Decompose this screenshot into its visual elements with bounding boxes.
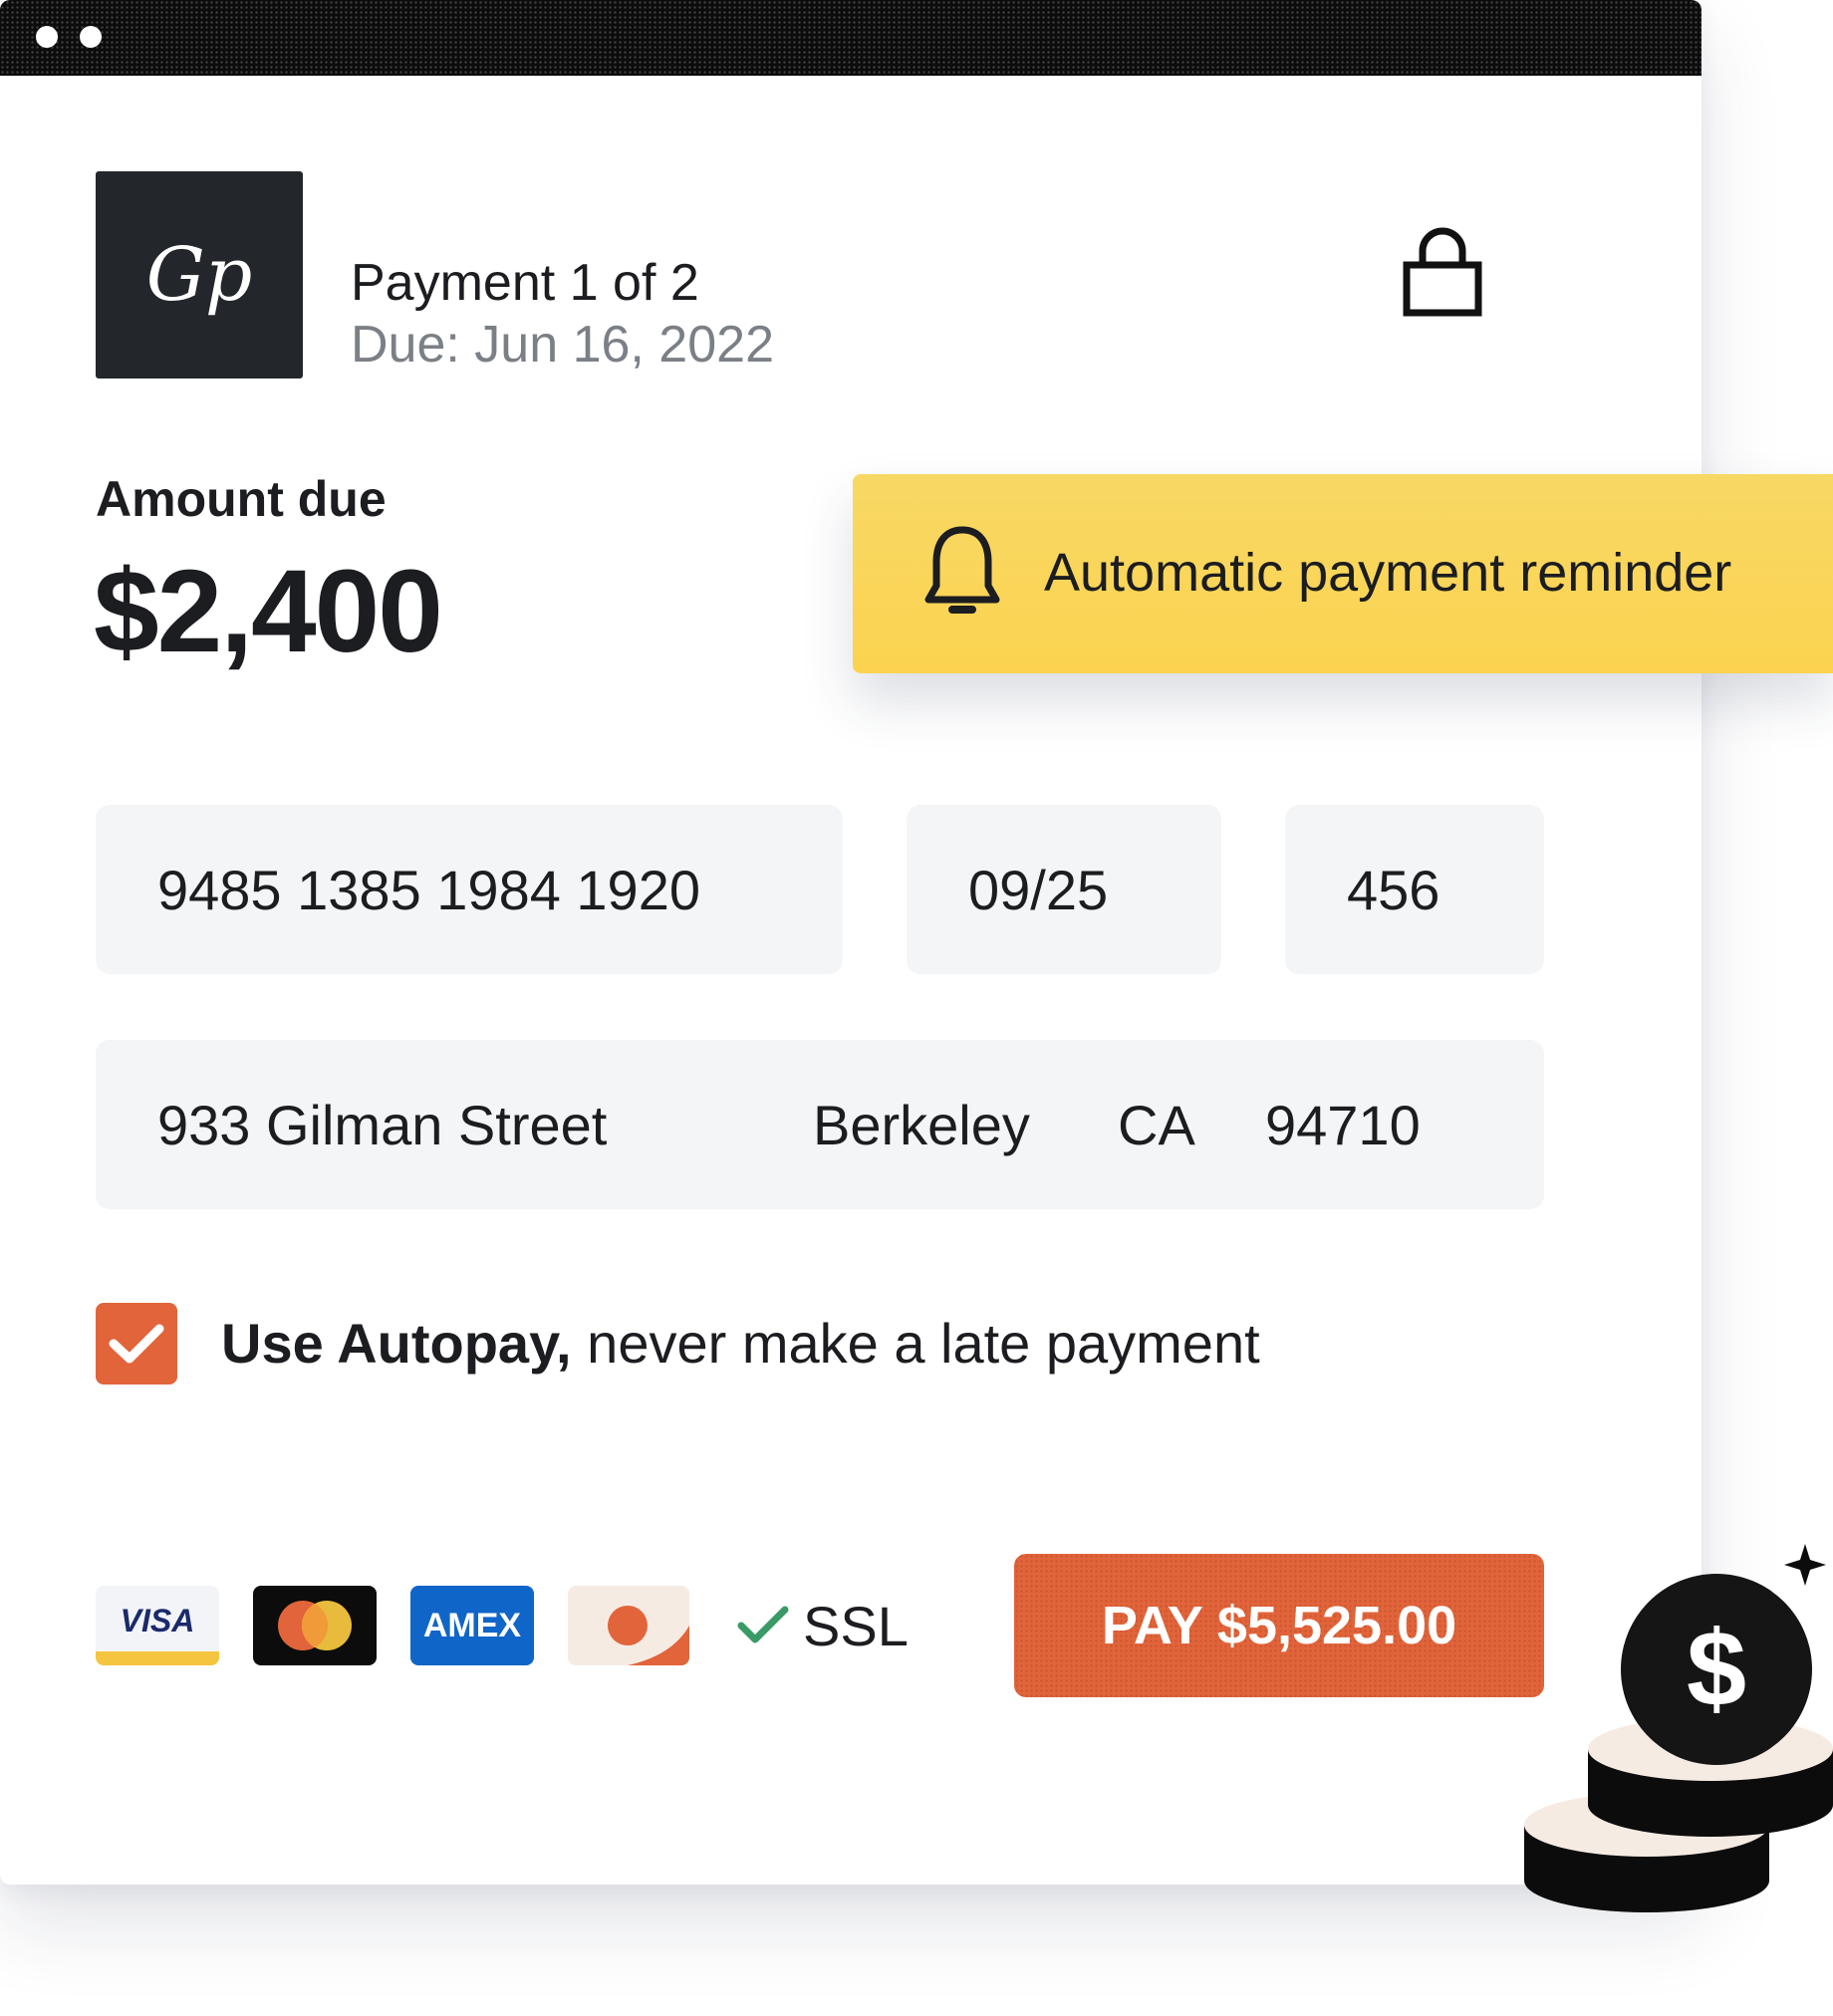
- address-street[interactable]: 933 Gilman Street: [157, 1093, 607, 1157]
- reminder-text: Automatic payment reminder: [1044, 543, 1732, 603]
- card-number-value: 9485 1385 1984 1920: [157, 858, 700, 921]
- mastercard-icon: [253, 1586, 377, 1665]
- visa-icon: VISA: [96, 1586, 219, 1665]
- discover-graphic: [608, 1606, 689, 1665]
- payment-reminder-banner: Automatic payment reminder: [853, 474, 1833, 673]
- card-expiry-field[interactable]: 09/25: [907, 805, 1221, 974]
- logo-text: Gp: [145, 232, 253, 318]
- pay-button-label: PAY $5,525.00: [1101, 1596, 1457, 1655]
- visa-stripe: [96, 1651, 219, 1665]
- amount-due-label: Amount due: [96, 471, 387, 527]
- address-state[interactable]: CA: [1118, 1093, 1195, 1157]
- checkmark-icon: [109, 1324, 164, 1364]
- sparkle-icon: [1784, 1544, 1826, 1586]
- due-date: Due: Jun 16, 2022: [351, 316, 774, 374]
- coins-illustration: $: [1524, 1544, 1833, 1912]
- autopay-label-bold: Use Autopay,: [221, 1312, 572, 1375]
- window-titlebar: [0, 0, 1702, 76]
- visa-label: VISA: [120, 1602, 195, 1638]
- autopay-checkbox[interactable]: [96, 1303, 177, 1385]
- amount-due-value: $2,400: [94, 546, 443, 677]
- address-city[interactable]: Berkeley: [813, 1093, 1030, 1157]
- card-expiry-value: 09/25: [968, 858, 1109, 921]
- address-zip[interactable]: 94710: [1265, 1093, 1421, 1157]
- bell-icon: [924, 526, 1000, 614]
- window-dot[interactable]: [36, 26, 58, 48]
- amex-label: AMEX: [422, 1606, 522, 1644]
- pay-button[interactable]: PAY $5,525.00: [1014, 1554, 1544, 1697]
- merchant-logo: Gp: [96, 171, 303, 378]
- amex-icon: AMEX: [410, 1586, 534, 1665]
- autopay-label[interactable]: Use Autopay, never make a late payment: [221, 1311, 1260, 1376]
- card-cvc-value: 456: [1347, 858, 1440, 921]
- ssl-label: SSL: [803, 1595, 909, 1657]
- discover-icon: [568, 1586, 689, 1665]
- payment-window: Gp Payment 1 of 2 Due: Jun 16, 2022 Amou…: [0, 0, 1702, 1885]
- window-dot[interactable]: [80, 26, 102, 48]
- lock-icon: [1403, 227, 1482, 317]
- card-number-field[interactable]: 9485 1385 1984 1920: [96, 805, 843, 974]
- billing-address-field[interactable]: 933 Gilman Street Berkeley CA 94710: [96, 1040, 1544, 1209]
- dollar-icon: $: [1687, 1608, 1746, 1728]
- payment-title: Payment 1 of 2: [351, 254, 699, 312]
- check-icon: [737, 1606, 789, 1643]
- card-cvc-field[interactable]: 456: [1285, 805, 1544, 974]
- autopay-label-text: never make a late payment: [571, 1312, 1260, 1375]
- mastercard-circles: [278, 1601, 352, 1650]
